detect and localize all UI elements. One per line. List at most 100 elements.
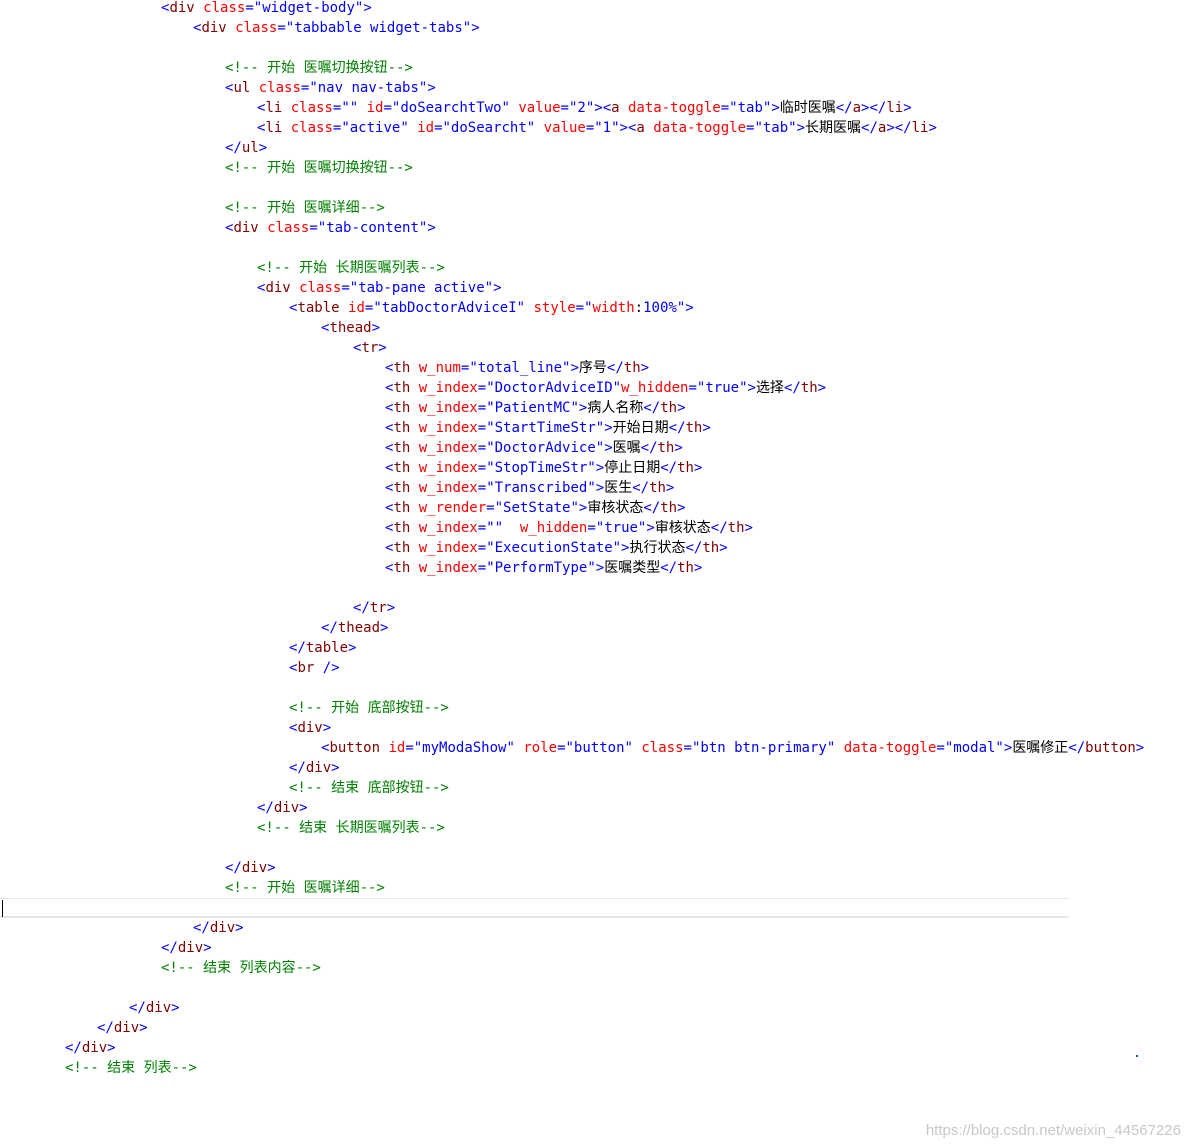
code-line: <li class="active" id="doSearcht" value=…: [0, 118, 937, 138]
code-token: "StopTimeStr": [486, 460, 596, 476]
code-token: >: [348, 640, 357, 656]
code-token: "StartTimeStr": [486, 420, 605, 436]
code-token: "tab-content": [317, 220, 428, 236]
code-token: th: [649, 480, 666, 496]
code-token: =: [575, 300, 585, 316]
code-token: w_index: [418, 540, 478, 556]
code-line: <!-- 结束 列表-->: [0, 1058, 197, 1078]
code-token: div: [209, 920, 236, 936]
code-token: =: [477, 560, 487, 576]
code-token: th: [677, 560, 694, 576]
code-token: >: [331, 760, 340, 776]
code-token: "": [486, 520, 504, 536]
code-token: w_index: [418, 420, 478, 436]
code-token: >: [796, 120, 806, 136]
code-token: </: [161, 940, 178, 956]
code-token: =: [477, 520, 487, 536]
code-line: <th w_render="SetState">审核状态</th>: [0, 498, 686, 518]
code-token: >: [570, 360, 579, 376]
code-token: "Transcribed": [486, 480, 596, 496]
code-line: <div class="widget-body">: [0, 0, 372, 18]
code-token: </: [289, 640, 306, 656]
code-line: <li class="" id="doSearchtTwo" value="2"…: [0, 98, 912, 118]
code-token: class: [203, 0, 246, 16]
code-token: />: [322, 660, 340, 676]
code-line: </div>: [0, 998, 180, 1018]
code-token: </: [668, 420, 686, 436]
watermark: https://blog.csdn.net/weixin_44567226: [925, 1122, 1181, 1139]
text-caret: [2, 900, 3, 917]
code-token: ": [584, 300, 593, 316]
code-token: >: [107, 1040, 116, 1056]
code-token: </: [632, 480, 650, 496]
code-line: <th w_index="StartTimeStr">开始日期</th>: [0, 418, 711, 438]
code-token: "myModaShow": [413, 740, 515, 756]
code-token: </: [783, 380, 801, 396]
code-token: >: [702, 420, 711, 436]
code-line: <th w_index="ExecutionState">执行状态</th>: [0, 538, 728, 558]
code-token: >: [203, 940, 212, 956]
code-token: id: [417, 120, 435, 136]
code-token: w_hidden: [519, 520, 588, 536]
code-token: >: [427, 80, 436, 96]
code-token: >: [604, 420, 613, 436]
code-token: "PatientMC": [486, 400, 579, 416]
code-token: li: [911, 120, 929, 136]
code-token: </: [710, 520, 728, 536]
code-token: "total_line": [469, 360, 571, 376]
code-token: =: [557, 740, 566, 756]
code-line: <!-- 开始 长期医嘱列表-->: [0, 258, 445, 278]
current-line-highlight: [0, 898, 1069, 918]
code-line: </thead>: [0, 618, 388, 638]
code-editor[interactable]: <div class="widget-body"> <div class="tab…: [0, 0, 1189, 1145]
code-token: =: [486, 500, 495, 516]
code-token: =: [560, 100, 569, 116]
code-token: data-toggle: [843, 740, 937, 756]
code-token: "tab": [729, 100, 772, 116]
code-token: ul: [233, 80, 251, 96]
code-token: li: [886, 100, 904, 116]
code-token: th: [393, 360, 411, 376]
code-token: 医嘱修正: [1012, 740, 1069, 756]
code-token: "true": [595, 520, 647, 536]
code-line: </tr>: [0, 598, 395, 618]
code-token: =: [341, 280, 350, 296]
code-token: w_index: [418, 460, 478, 476]
code-token: data-toggle: [653, 120, 746, 136]
code-token: >: [674, 440, 683, 456]
code-token: thead: [329, 320, 372, 336]
code-token: >: [719, 540, 728, 556]
code-line: <!-- 开始 医嘱切换按钮-->: [0, 158, 413, 178]
code-token: ><: [594, 100, 612, 116]
code-token: <!-- 开始 医嘱切换按钮-->: [225, 60, 413, 76]
code-token: div: [305, 760, 332, 776]
code-token: =: [309, 220, 318, 236]
code-token: th: [660, 500, 678, 516]
code-token: th: [393, 560, 411, 576]
code-token: th: [657, 440, 675, 456]
code-token: th: [393, 400, 411, 416]
code-token: </: [321, 620, 338, 636]
code-token: "modal": [944, 740, 1004, 756]
code-token: 医嘱类型: [604, 560, 661, 576]
code-token: 100%": [643, 300, 686, 316]
code-token: <!-- 结束 列表-->: [65, 1060, 197, 1076]
code-token: 审核状态: [654, 520, 711, 536]
code-token: 执行状态: [629, 540, 686, 556]
code-token: tr: [369, 600, 387, 616]
code-token: "nav nav-tabs": [309, 80, 428, 96]
code-token: 序号: [578, 360, 607, 376]
code-token: th: [800, 380, 818, 396]
code-token: 临时医嘱: [779, 100, 836, 116]
code-token: class: [235, 20, 278, 36]
code-token: div: [177, 940, 204, 956]
code-token: >: [665, 480, 675, 496]
